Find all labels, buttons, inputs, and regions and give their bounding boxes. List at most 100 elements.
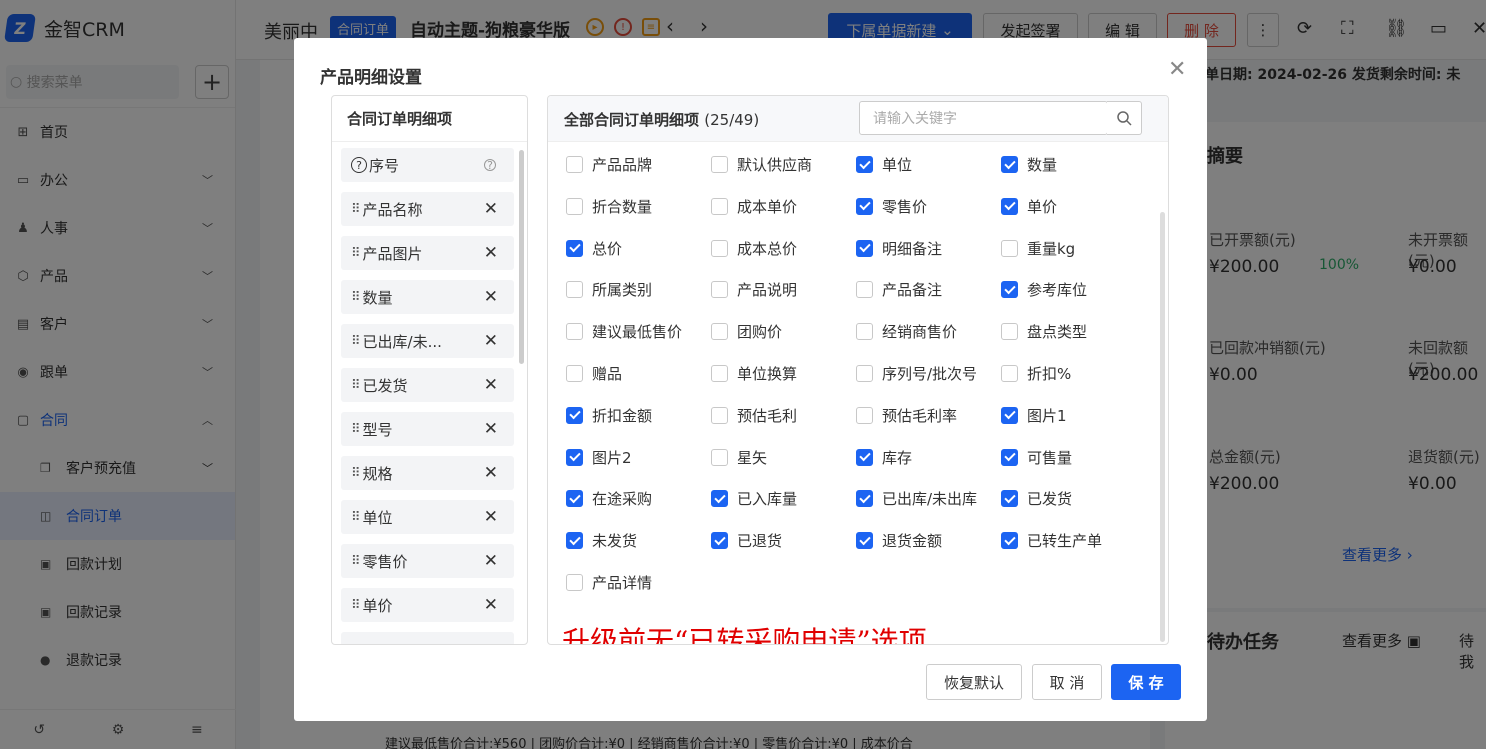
checkbox[interactable] [1001,365,1018,382]
checkbox[interactable] [566,197,583,215]
checkbox[interactable] [711,448,728,466]
selected-item[interactable]: ⠿ 型号 ✕ [341,412,514,446]
field-option[interactable]: 已出库/未出库 [856,488,977,509]
help-icon[interactable]: ? [484,159,496,172]
field-option[interactable]: 可售量 [1001,447,1072,468]
field-option[interactable]: 产品备注 [856,279,942,300]
checkbox[interactable] [566,406,583,424]
checkbox[interactable] [1001,532,1018,550]
field-option[interactable]: 明细备注 [856,238,942,259]
checkbox[interactable] [1001,323,1018,341]
checkbox[interactable] [856,532,873,550]
remove-icon[interactable]: ✕ [484,419,498,439]
selected-item[interactable]: ⠿ 产品图片 ✕ [341,236,514,270]
checkbox[interactable] [856,448,873,466]
close-icon[interactable]: ✕ [1168,57,1186,82]
drag-handle-icon[interactable]: ⠿ [351,246,360,261]
checkbox[interactable] [711,239,728,257]
field-option[interactable]: 折合数量 [566,196,652,217]
checkbox[interactable] [856,365,873,382]
search-icon[interactable] [1107,101,1142,135]
selected-item[interactable]: ⠿ 规格 ✕ [341,456,514,490]
selected-item[interactable]: ⠿ 已出库/未... ✕ [341,324,514,358]
field-option[interactable]: 产品详情 [566,572,652,593]
remove-icon[interactable]: ✕ [484,595,498,615]
checkbox[interactable] [566,156,583,173]
drag-handle-icon[interactable]: ⠿ [351,202,360,217]
checkbox[interactable] [856,490,873,508]
checkbox[interactable] [1001,239,1018,257]
remove-icon[interactable]: ✕ [484,551,498,571]
field-option[interactable]: 单位 [856,154,912,175]
field-option[interactable]: 图片2 [566,447,632,468]
checkbox[interactable] [566,574,583,591]
field-option[interactable]: 在途采购 [566,488,652,509]
checkbox[interactable] [856,156,873,173]
reset-default-button[interactable]: 恢复默认 [926,664,1022,700]
field-option[interactable]: 经销商售价 [856,321,957,342]
drag-handle-icon[interactable]: ⠿ [351,554,360,569]
field-option[interactable]: 产品说明 [711,279,797,300]
field-option[interactable]: 折扣金额 [566,405,652,426]
selected-item-partial[interactable] [341,632,514,644]
field-option[interactable]: 默认供应商 [711,154,812,175]
checkbox[interactable] [566,532,583,550]
remove-icon[interactable]: ✕ [484,375,498,395]
selected-item[interactable]: ? 序号? [341,148,514,182]
checkbox[interactable] [566,365,583,382]
field-option[interactable]: 已发货 [1001,488,1072,509]
checkbox[interactable] [566,323,583,341]
checkbox[interactable] [1001,406,1018,424]
drag-handle-icon[interactable]: ⠿ [351,378,360,393]
field-option[interactable]: 已转生产单 [1001,530,1102,551]
checkbox[interactable] [856,406,873,424]
field-option[interactable]: 重量kg [1001,238,1075,259]
save-button[interactable]: 保 存 [1111,664,1181,700]
field-option[interactable]: 赠品 [566,363,622,384]
drag-handle-icon[interactable]: ⠿ [351,466,360,481]
keyword-search-input[interactable]: 请输入关键字 [859,101,1108,135]
drag-handle-icon[interactable]: ⠿ [351,598,360,613]
checkbox[interactable] [711,197,728,215]
field-option[interactable]: 序列号/批次号 [856,363,977,384]
remove-icon[interactable]: ✕ [484,331,498,351]
field-option[interactable]: 数量 [1001,154,1057,175]
drag-handle-icon[interactable]: ⠿ [351,422,360,437]
selected-item[interactable]: ⠿ 单位 ✕ [341,500,514,534]
drag-handle-icon[interactable]: ⠿ [351,510,360,525]
selected-item[interactable]: ⠿ 单价 ✕ [341,588,514,622]
checkbox[interactable] [711,532,728,550]
checkbox[interactable] [1001,448,1018,466]
checkbox[interactable] [566,281,583,299]
checkbox[interactable] [711,365,728,382]
checkbox[interactable] [1001,281,1018,299]
remove-icon[interactable]: ✕ [484,287,498,307]
field-option[interactable]: 库存 [856,447,912,468]
field-option[interactable]: 总价 [566,238,622,259]
selected-item[interactable]: ⠿ 数量 ✕ [341,280,514,314]
checkbox[interactable] [711,490,728,508]
field-option[interactable]: 团购价 [711,321,782,342]
right-scrollbar[interactable] [1160,212,1165,642]
checkbox[interactable] [856,197,873,215]
field-option[interactable]: 产品品牌 [566,154,652,175]
field-option[interactable]: 退货金额 [856,530,942,551]
field-option[interactable]: 零售价 [856,196,927,217]
field-option[interactable]: 已入库量 [711,488,797,509]
field-option[interactable]: 图片1 [1001,405,1067,426]
field-option[interactable]: 未发货 [566,530,637,551]
selected-item[interactable]: ⠿ 零售价 ✕ [341,544,514,578]
selected-item[interactable]: ⠿ 产品名称 ✕ [341,192,514,226]
checkbox[interactable] [566,448,583,466]
drag-handle-icon[interactable]: ⠿ [351,334,360,349]
remove-icon[interactable]: ✕ [484,507,498,527]
checkbox[interactable] [711,323,728,341]
remove-icon[interactable]: ✕ [484,463,498,483]
checkbox[interactable] [711,156,728,173]
checkbox[interactable] [1001,156,1018,173]
field-option[interactable]: 成本总价 [711,238,797,259]
field-option[interactable]: 建议最低售价 [566,321,682,342]
checkbox[interactable] [856,323,873,341]
checkbox[interactable] [711,406,728,424]
checkbox[interactable] [1001,197,1018,215]
